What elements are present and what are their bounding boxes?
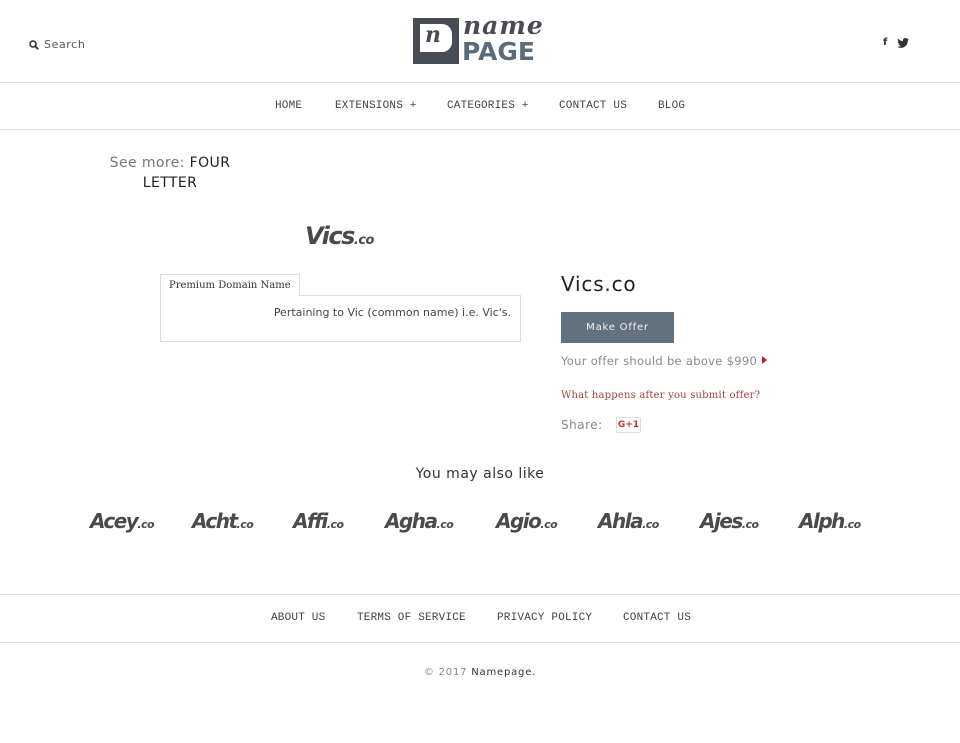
search-button[interactable]: Search	[29, 38, 85, 51]
site-logo[interactable]: n name PAGE	[413, 11, 549, 66]
search-label: Search	[44, 38, 86, 51]
site-header: Search n name PAGE f	[0, 0, 960, 83]
related-domain[interactable]: Affi.co	[293, 509, 344, 533]
domain-title: Vics.co	[561, 272, 637, 296]
share-label: Share:	[561, 418, 603, 432]
caret-right-icon[interactable]	[762, 356, 767, 364]
footer-nav: ABOUT US TERMS OF SERVICE PRIVACY POLICY…	[0, 594, 960, 643]
related-domain[interactable]: Acey.co	[90, 509, 155, 533]
copyright: © 2017 Namepage.	[423, 667, 537, 678]
offer-hint: Your offer should be above $990	[561, 354, 758, 368]
brand-link[interactable]: Namepage.	[471, 667, 536, 678]
footer-terms-of-service[interactable]: TERMS OF SERVICE	[357, 612, 466, 624]
footer-privacy-policy[interactable]: PRIVACY POLICY	[497, 612, 592, 624]
domain-description: Pertaining to Vic (common name) i.e. Vic…	[273, 306, 511, 319]
nav-contact-us[interactable]: CONTACT US	[559, 100, 627, 112]
footer-contact-us[interactable]: CONTACT US	[623, 612, 691, 624]
related-domain[interactable]: Acht.co	[192, 509, 254, 533]
see-more-label: See more:	[109, 155, 185, 171]
make-offer-button[interactable]: Make Offer	[561, 312, 674, 343]
what-happens-link[interactable]: What happens after you submit offer?	[561, 390, 760, 401]
nav-blog[interactable]: BLOG	[658, 100, 685, 112]
related-domain[interactable]: Ajes.co	[700, 509, 759, 533]
see-more: See more: FOUR LETTER	[105, 153, 235, 193]
main-nav: HOME EXTENSIONS + CATEGORIES + CONTACT U…	[0, 83, 960, 130]
domain-description-panel: Pertaining to Vic (common name) i.e. Vic…	[160, 295, 521, 342]
nav-home[interactable]: HOME	[275, 100, 302, 112]
related-domain[interactable]: Ahla.co	[598, 509, 659, 533]
nav-extensions[interactable]: EXTENSIONS +	[335, 100, 417, 112]
related-domain[interactable]: Agio.co	[496, 509, 558, 533]
search-icon	[29, 39, 39, 50]
domain-logo: Vics.co	[305, 222, 374, 250]
logo-page-text: PAGE	[462, 37, 535, 66]
related-heading: You may also like	[415, 466, 545, 482]
nav-categories[interactable]: CATEGORIES +	[447, 100, 529, 112]
tab-premium-domain-name[interactable]: Premium Domain Name	[160, 274, 300, 296]
twitter-icon[interactable]	[897, 37, 910, 48]
related-domain[interactable]: Alph.co	[799, 509, 861, 533]
logo-mark: n	[413, 18, 459, 64]
related-domain[interactable]: Agha.co	[385, 509, 454, 533]
facebook-icon[interactable]: f	[883, 37, 887, 48]
logo-name-text: name	[463, 11, 544, 40]
google-plus-button[interactable]: G+1	[616, 417, 641, 433]
footer-about-us[interactable]: ABOUT US	[271, 612, 325, 624]
social-links: f	[883, 37, 910, 48]
